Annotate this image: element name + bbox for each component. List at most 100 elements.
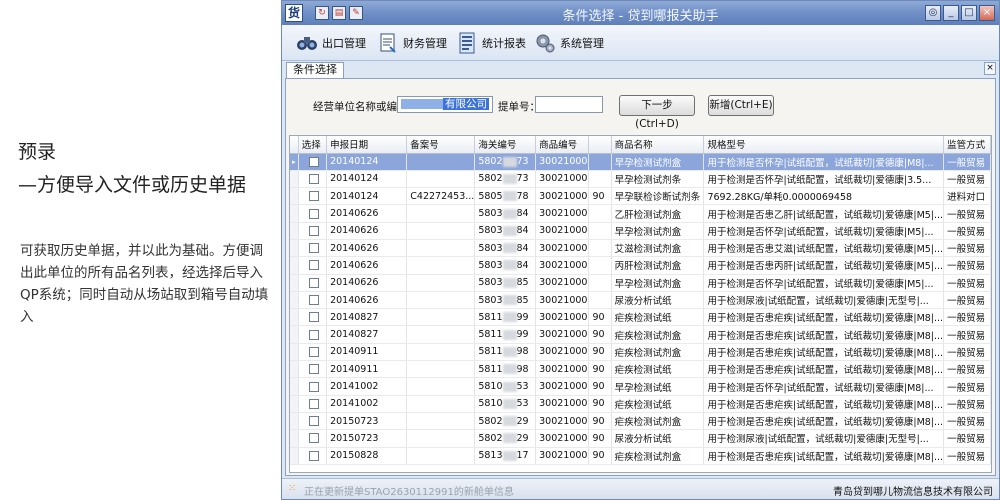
row-checkbox[interactable] [308, 346, 319, 357]
table-row[interactable]: 20150828 5813 17 30021000 90 疟疾检测试剂盒 用于检测是否患疟疾… [290, 447, 991, 465]
feature-description: 可获取历史单据，并以此为基础。方便调出此单位的所有品名列表，经选择后导入QP系统… [20, 243, 269, 325]
column-header[interactable]: 商品名称 [611, 136, 705, 154]
row-checkbox[interactable] [308, 295, 319, 306]
spec-model-cell: 用于检测是否怀孕|试纸配置，试纸裁切|爱德康|M5|... [703, 274, 945, 292]
customs-number-prefix: 5810 [478, 381, 503, 392]
row-header[interactable] [290, 412, 299, 431]
select-cell [298, 153, 328, 171]
menu-statistics-report[interactable]: 统计报表 [456, 30, 526, 56]
row-checkbox[interactable] [308, 208, 319, 219]
results-grid: 选择 申报日期 备案号 海关编号 商品编号 商品名称 规格型号 监管方式 ▸ 20… [289, 135, 992, 473]
column-header[interactable]: 规格型号 [703, 136, 945, 154]
menu-system-management[interactable]: 系统管理 [534, 30, 604, 56]
table-row[interactable]: 20140827 5811 99 30021000 90 疟疾检测试剂盒 用于检测是否患疟疾… [290, 325, 991, 344]
tab-condition-select[interactable]: 条件选择 [286, 62, 344, 78]
next-step-button[interactable]: 下一步(Ctrl+D) [619, 95, 695, 130]
customs-number-suffix: 98 [516, 363, 529, 375]
row-header[interactable] [290, 170, 299, 189]
commodity-name-cell: 丙肝检测试剂盒 [611, 256, 705, 275]
tab-close-icon[interactable]: × [984, 62, 996, 75]
table-row[interactable]: 20140911 5811 98 30021000 90 疟疾检测试纸 用于检测是否患疟疾|… [290, 360, 991, 379]
row-header[interactable] [290, 360, 299, 379]
row-checkbox[interactable] [308, 364, 319, 375]
table-row[interactable]: 20141002 5810 53 30021000 90 早孕检测试纸 用于检测是否怀孕|试… [290, 377, 991, 396]
row-checkbox[interactable] [308, 191, 319, 202]
minimize-button[interactable]: _ [943, 5, 959, 21]
company-input[interactable]: 有限公司 [397, 96, 493, 113]
table-row[interactable]: 20140124 5802 73 30021000 早孕检测试剂条 用于检测是否怀孕|试纸… [290, 170, 991, 189]
row-checkbox[interactable] [308, 416, 319, 427]
row-header[interactable]: ▸ [290, 153, 299, 171]
row-checkbox[interactable] [308, 398, 319, 409]
supervision-mode-cell: 一般贸易 [943, 204, 991, 223]
title-bar[interactable]: 货 ↻ ▤ ✎ 条件选择 - 贷到哪报关助手 ◎ _ □ × [282, 1, 999, 25]
table-row[interactable]: 20140626 5803 84 30021000 乙肝检测试剂盒 用于检测是否患乙肝|试… [290, 204, 991, 223]
row-header[interactable] [290, 395, 299, 413]
row-header[interactable] [290, 239, 299, 258]
row-checkbox[interactable] [308, 433, 319, 444]
window-options-button[interactable]: ◎ [925, 5, 941, 21]
select-cell [298, 239, 328, 258]
row-header[interactable] [290, 429, 299, 448]
select-cell [298, 447, 328, 465]
table-row[interactable]: ▸ 20140124 5802 73 30021000 早孕检测试剂盒 用于检测是否怀孕|试… [290, 153, 991, 171]
row-checkbox[interactable] [308, 450, 319, 461]
table-row[interactable]: 20140124 C42272453... 5805 78 30021000 90 早孕联检… [290, 187, 991, 206]
table-row[interactable]: 20140827 5811 99 30021000 90 疟疾检测试纸 用于检测是否患疟疾|… [290, 308, 991, 327]
status-company: 青岛贷到哪儿物流信息技术有限公司 [833, 487, 993, 498]
new-button[interactable]: 新增(Ctrl+E) [708, 95, 774, 116]
bill-number-input[interactable] [535, 96, 603, 113]
table-row[interactable]: 20140626 5803 85 30021000 尿液分析试纸 用于检测尿液|试纸配置，… [290, 291, 991, 310]
row-checkbox[interactable] [308, 312, 319, 323]
customs-number-suffix: 53 [516, 381, 529, 392]
row-header[interactable] [290, 187, 299, 206]
spec-model-cell: 用于检测是否患丙肝|试纸配置，试纸裁切|爱德康|M5|... [703, 256, 945, 275]
row-checkbox[interactable] [308, 243, 319, 254]
table-row[interactable]: 20140626 5803 84 30021000 丙肝检测试剂盒 用于检测是否患丙肝|试… [290, 256, 991, 275]
row-checkbox[interactable] [308, 381, 319, 392]
commodity-name-cell: 乙肝检测试剂盒 [611, 204, 705, 223]
row-checkbox[interactable] [308, 260, 319, 271]
status-bar: ⁙ 正在更新提单STAO2630112991的新舱单信息 青岛贷到哪儿物流信息技… [282, 478, 999, 499]
record-number-cell [406, 412, 476, 431]
column-header[interactable]: 监管方式 [943, 136, 991, 154]
row-header[interactable] [290, 325, 299, 344]
table-row[interactable]: 20150723 5802 29 30021000 90 尿液分析试纸 用于检测尿液|试纸配… [290, 429, 991, 448]
column-header[interactable]: 备案号 [406, 136, 476, 154]
menu-finance-management[interactable]: 财务管理 [377, 30, 447, 56]
row-header[interactable] [290, 204, 299, 223]
commodity-name-cell: 疟疾检测试剂盒 [611, 412, 705, 431]
row-header[interactable] [290, 256, 299, 275]
row-header[interactable] [290, 274, 299, 292]
row-header[interactable] [290, 447, 299, 465]
row-checkbox[interactable] [308, 173, 319, 184]
close-button[interactable]: × [979, 5, 995, 21]
table-row[interactable]: 20140911 5811 98 30021000 90 疟疾检测试剂盒 用于检测是否患疟疾… [290, 343, 991, 362]
maximize-button[interactable]: □ [961, 5, 977, 21]
row-header[interactable] [290, 343, 299, 362]
menu-export-management[interactable]: 出口管理 [296, 30, 366, 56]
row-header[interactable] [290, 222, 299, 240]
commodity-name-cell: 早孕检测试纸 [611, 377, 705, 396]
column-header[interactable] [588, 136, 612, 154]
table-row[interactable]: 20141002 5810 53 30021000 90 疟疾检测试纸 用于检测是否患疟疾|… [290, 395, 991, 413]
column-header[interactable]: 海关编号 [474, 136, 537, 154]
unit-cell [588, 274, 612, 292]
row-checkbox[interactable] [308, 156, 319, 167]
column-header[interactable]: 申报日期 [326, 136, 408, 154]
window-title: 条件选择 - 贷到哪报关助手 [562, 9, 719, 24]
column-header[interactable]: 选择 [298, 136, 328, 154]
table-row[interactable]: 20150723 5802 29 30021000 90 疟疾检测试剂盒 用于检测是否患疟疾… [290, 412, 991, 431]
spec-model-cell: 用于检测尿液|试纸配置，试纸裁切|爱德康|无型号|... [703, 429, 945, 448]
table-row[interactable]: 20140626 5803 85 30021000 早孕检测试剂盒 用于检测是否怀孕|试纸… [290, 274, 991, 292]
row-checkbox[interactable] [308, 277, 319, 288]
row-checkbox[interactable] [308, 329, 319, 340]
table-row[interactable]: 20140626 5803 84 30021000 早孕检测试剂盒 用于检测是否怀孕|试纸… [290, 222, 991, 240]
row-header[interactable] [290, 291, 299, 310]
spec-model-cell: 用于检测是否患疟疾|试纸配置，试纸裁切|爱德康|M8|... [703, 412, 945, 431]
row-header[interactable] [290, 308, 299, 327]
column-header[interactable]: 商品编号 [535, 136, 590, 154]
table-row[interactable]: 20140626 5803 84 30021000 艾滋检测试剂盒 用于检测是否患艾滋|试… [290, 239, 991, 258]
row-header[interactable] [290, 377, 299, 396]
row-checkbox[interactable] [308, 225, 319, 236]
